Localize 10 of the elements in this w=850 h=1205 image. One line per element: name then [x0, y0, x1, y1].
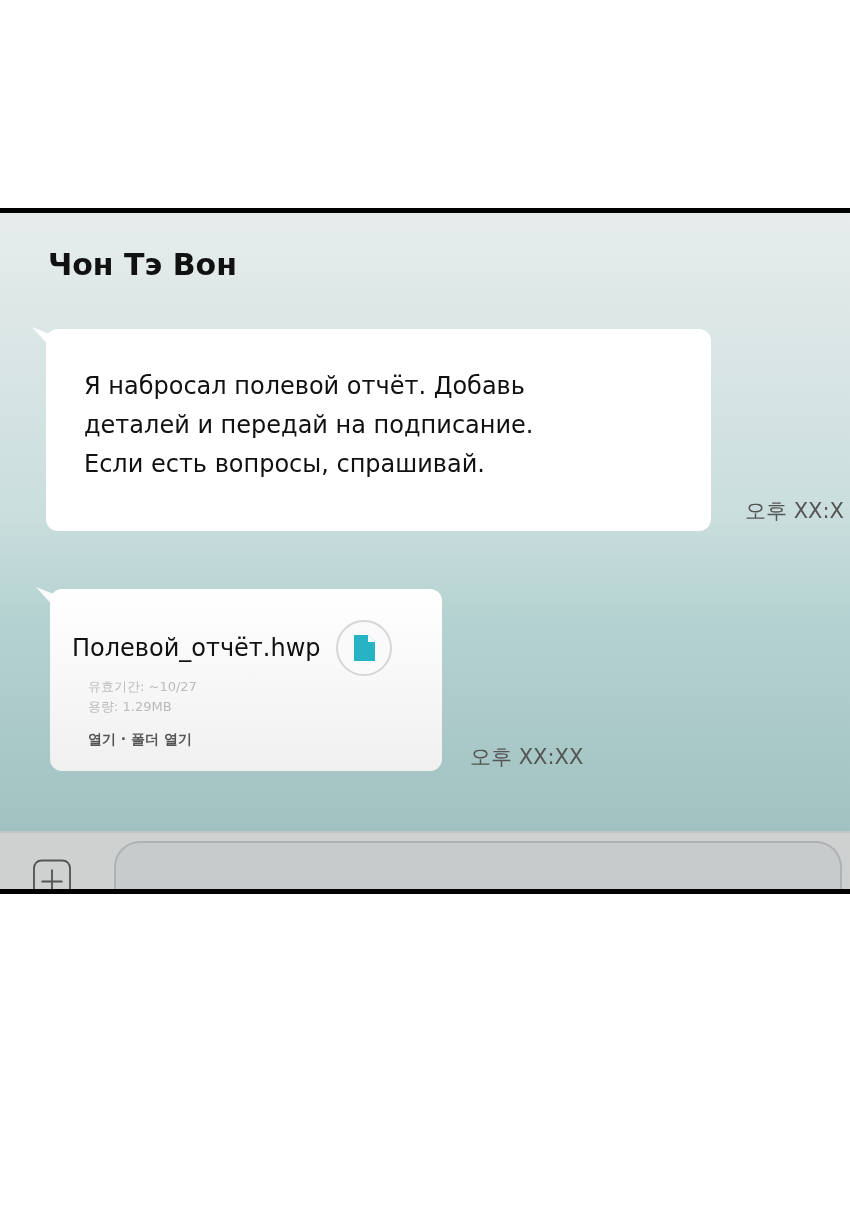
- document-icon[interactable]: [334, 619, 393, 677]
- message-time: 오후 XX:XX: [470, 744, 584, 771]
- message-time: 오후 XX:X: [745, 498, 844, 525]
- chat-title: Чон Тэ Вон: [48, 247, 238, 284]
- message-input-field[interactable]: [114, 841, 842, 889]
- file-expiry: 유효기간: ~10/27: [88, 678, 198, 696]
- file-name[interactable]: Полевой_отчёт.hwp: [72, 634, 321, 662]
- file-actions-link[interactable]: 열기 · 폴더 열기: [88, 731, 442, 749]
- file-size: 용량: 1.29MB: [88, 698, 173, 716]
- message-text: Я набросал полевой отчёт. Добавь деталей и передай на подписание. Если есть вопросы, спрашивай.: [84, 371, 535, 480]
